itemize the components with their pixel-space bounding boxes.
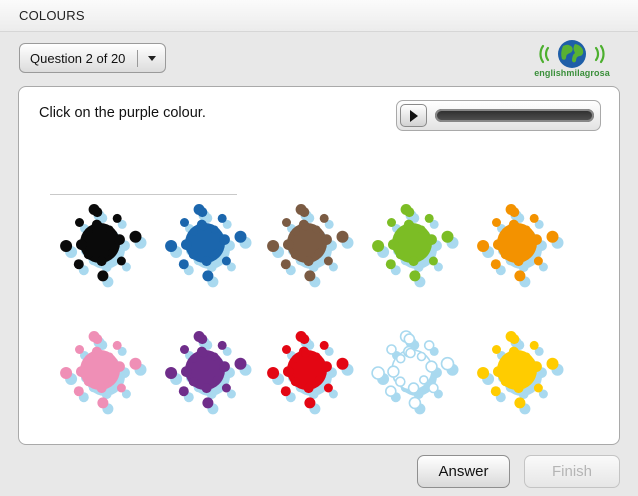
brand-logo: englishmilagrosa <box>530 36 614 80</box>
audio-player <box>396 100 601 131</box>
question-selector[interactable]: Question 2 of 20 <box>19 43 166 73</box>
paint-splat-icon <box>267 204 354 288</box>
paint-splat-icon <box>60 204 147 288</box>
audio-progress-bar[interactable] <box>435 109 594 122</box>
question-selector-label: Question 2 of 20 <box>30 51 126 66</box>
paint-splat-icon <box>60 331 147 415</box>
colour-option-black[interactable] <box>52 195 148 291</box>
question-prompt: Click on the purple colour. <box>39 105 206 121</box>
colour-option-yellow[interactable] <box>469 322 565 418</box>
paint-splat-icon <box>372 204 459 288</box>
paint-splat-icon <box>477 331 564 415</box>
paint-splat-icon <box>477 204 564 288</box>
colour-option-pink[interactable] <box>52 322 148 418</box>
chevron-down-icon[interactable] <box>148 56 156 61</box>
app-title: COLOURS <box>19 8 85 23</box>
paint-splat-icon <box>165 331 252 415</box>
paint-splat-icon <box>371 330 459 415</box>
colour-option-brown[interactable] <box>259 195 355 291</box>
question-panel: Click on the purple colour. <box>18 86 620 445</box>
colour-option-purple[interactable] <box>157 322 253 418</box>
selector-divider <box>137 50 138 67</box>
colour-option-blue[interactable] <box>157 195 253 291</box>
play-button[interactable] <box>400 104 427 127</box>
globe-icon <box>539 40 605 68</box>
colour-option-green[interactable] <box>364 195 460 291</box>
finish-button[interactable]: Finish <box>524 455 620 488</box>
answer-button[interactable]: Answer <box>417 455 510 488</box>
colour-option-orange[interactable] <box>469 195 565 291</box>
logo-text: englishmilagrosa <box>534 68 610 78</box>
colour-option-red[interactable] <box>259 322 355 418</box>
colour-option-white[interactable] <box>364 322 460 418</box>
play-icon <box>410 110 418 122</box>
paint-splat-icon <box>165 204 252 288</box>
title-bar: COLOURS <box>0 0 638 32</box>
paint-splat-icon <box>267 331 354 415</box>
